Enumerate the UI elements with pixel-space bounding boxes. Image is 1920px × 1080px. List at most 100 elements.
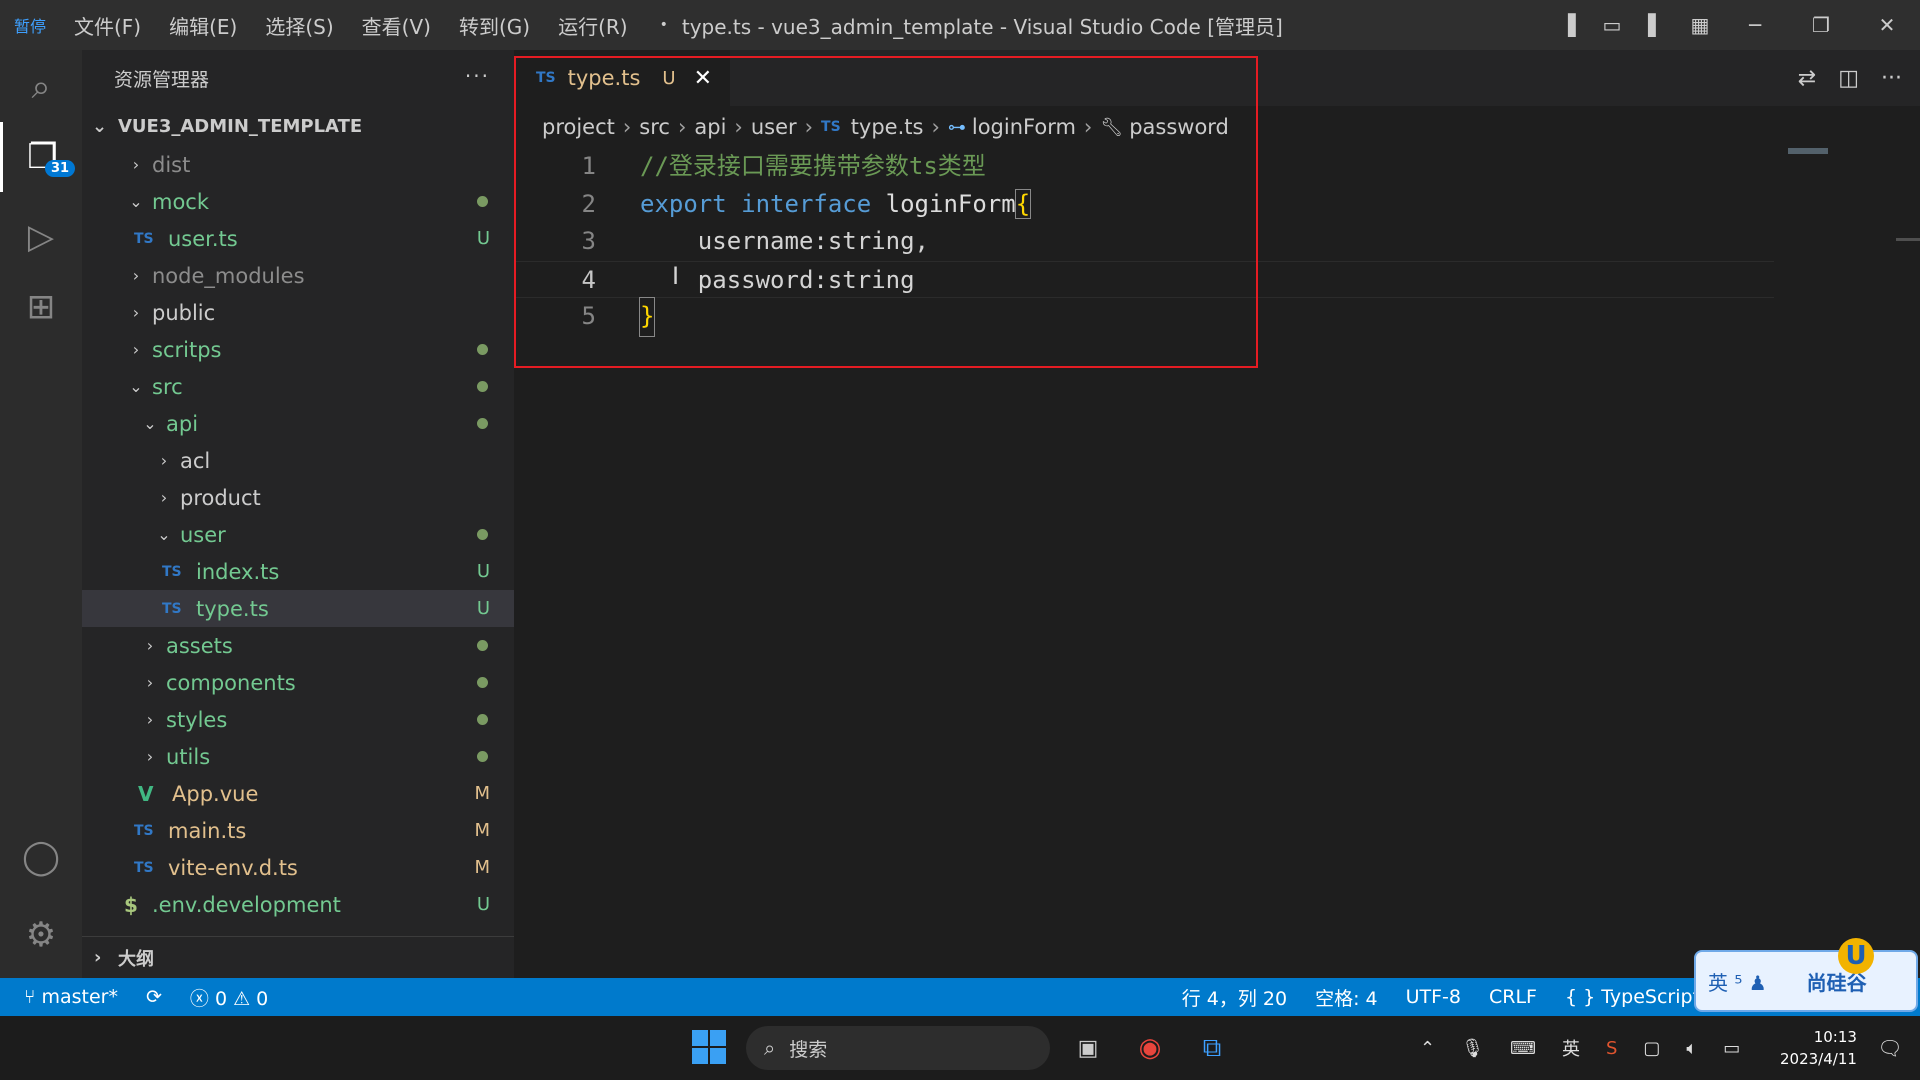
sogou-input-icon[interactable]: S xyxy=(1606,1038,1617,1059)
tree-label: vite-env.d.ts xyxy=(168,855,298,880)
tree-file-app-vue[interactable]: V App.vue M xyxy=(82,775,514,812)
tree-folder-src[interactable]: ⌄ src xyxy=(82,368,514,405)
minimap[interactable] xyxy=(1788,148,1828,154)
breadcrumb-property[interactable]: password xyxy=(1129,115,1229,139)
cursor-position[interactable]: 行 4，列 20 xyxy=(1182,984,1287,1011)
chrome-app-icon[interactable]: ◉ xyxy=(1128,1026,1172,1070)
vscode-app-icon[interactable]: ⧉ xyxy=(1190,1026,1234,1070)
chevron-right-icon: › xyxy=(160,488,168,507)
line-number: 4 xyxy=(581,265,596,294)
indentation[interactable]: 空格: 4 xyxy=(1315,984,1378,1011)
problems[interactable]: ⓧ 0 ⚠ 0 xyxy=(190,984,268,1011)
keyboard-icon[interactable]: ⌨ xyxy=(1510,1038,1536,1059)
tree-folder-acl[interactable]: › acl xyxy=(82,442,514,479)
tree-folder-product[interactable]: › product xyxy=(82,479,514,516)
account-icon[interactable]: ◯ xyxy=(0,822,82,892)
code-line: 3 username:string, xyxy=(514,223,1920,261)
open-changes-icon[interactable]: ⇄ xyxy=(1798,66,1816,91)
close-tab-icon[interactable]: ✕ xyxy=(694,66,712,91)
customize-layout-icon[interactable]: ▦ xyxy=(1678,13,1722,37)
tree-folder-public[interactable]: › public xyxy=(82,294,514,331)
breadcrumb-user[interactable]: user xyxy=(751,115,797,139)
network-icon[interactable]: ▢ xyxy=(1643,1038,1660,1059)
tree-file-vite-env[interactable]: TS vite-env.d.ts M xyxy=(82,849,514,886)
restore-button[interactable]: ❐ xyxy=(1788,13,1854,37)
menu-go[interactable]: 转到(G) xyxy=(445,11,544,40)
menu-run[interactable]: 运行(R) xyxy=(544,11,642,40)
language-mode[interactable]: { } TypeScript xyxy=(1565,986,1700,1008)
clock[interactable]: 10:13 2023/4/11 xyxy=(1780,1026,1857,1070)
modified-dot-icon xyxy=(477,196,488,207)
breadcrumb-project[interactable]: project xyxy=(542,115,615,139)
minimize-button[interactable]: ─ xyxy=(1722,13,1788,37)
tab-type-ts[interactable]: TS type.ts U ✕ xyxy=(514,50,731,106)
volume-icon[interactable]: 🔈︎ xyxy=(1686,1038,1697,1059)
menu-edit[interactable]: 编辑(E) xyxy=(155,11,251,40)
battery-icon[interactable]: ▭ xyxy=(1723,1038,1740,1059)
explorer-more-actions[interactable]: ··· xyxy=(465,64,490,88)
tree-folder-utils[interactable]: › utils xyxy=(82,738,514,775)
system-tray: ⌃ 🎙︎ ⌨ 英 S ▢ 🔈︎ ▭ xyxy=(1420,1016,1740,1080)
split-editor-icon[interactable]: ◫ xyxy=(1838,66,1859,91)
breadcrumb-api[interactable]: api xyxy=(694,115,726,139)
chevron-right-icon: › xyxy=(160,451,168,470)
tree-folder-api[interactable]: ⌄ api xyxy=(82,405,514,442)
tree-file-main-ts[interactable]: TS main.ts M xyxy=(82,812,514,849)
sync-icon[interactable]: ⟳ xyxy=(146,986,162,1008)
tree-folder-mock[interactable]: ⌄ mock xyxy=(82,183,514,220)
more-actions-icon[interactable]: ··· xyxy=(1881,66,1902,91)
outline-section[interactable]: › 大纲 xyxy=(82,936,514,978)
run-debug-icon[interactable]: ▷ xyxy=(0,202,82,272)
tree-label: user.ts xyxy=(168,226,238,251)
tree-label: product xyxy=(180,485,261,510)
extensions-icon[interactable]: ⊞ xyxy=(0,272,82,342)
tree-file-type-ts[interactable]: TS type.ts U xyxy=(82,590,514,627)
menu-file[interactable]: 文件(F) xyxy=(60,11,155,40)
taskbar-search[interactable]: ⌕ 搜索 xyxy=(746,1026,1050,1070)
code-editor[interactable]: 1 //登录接口需要携带参数ts类型 2 export interface lo… xyxy=(514,148,1920,337)
toggle-primary-sidebar-icon[interactable]: ▐ xyxy=(1546,13,1590,37)
tree-label: App.vue xyxy=(172,781,259,806)
menu-view[interactable]: 查看(V) xyxy=(348,11,445,40)
end-of-line[interactable]: CRLF xyxy=(1489,986,1537,1008)
code-line: 2 export interface loginForm{ xyxy=(514,186,1920,224)
keyword-export: export xyxy=(640,189,727,218)
tree-folder-user[interactable]: ⌄ user xyxy=(82,516,514,553)
tree-file-user-ts[interactable]: TS user.ts U xyxy=(82,220,514,257)
tree-folder-components[interactable]: › components xyxy=(82,664,514,701)
terminal-app-icon[interactable]: ▣ xyxy=(1066,1026,1110,1070)
git-status: U xyxy=(476,228,490,249)
tree-file-index-ts[interactable]: TS index.ts U xyxy=(82,553,514,590)
microphone-icon[interactable]: 🎙︎ xyxy=(1461,1038,1484,1059)
tree-folder-scritps[interactable]: › scritps xyxy=(82,331,514,368)
workspace-root[interactable]: ⌄ VUE3_ADMIN_TEMPLATE xyxy=(82,106,514,146)
tree-folder-dist[interactable]: › dist xyxy=(82,146,514,183)
toggle-secondary-sidebar-icon[interactable]: ▌ xyxy=(1634,13,1678,37)
tree-folder-assets[interactable]: › assets xyxy=(82,627,514,664)
menu-more-dot[interactable]: • xyxy=(660,17,668,33)
breadcrumb-interface[interactable]: loginForm xyxy=(972,115,1076,139)
encoding[interactable]: UTF-8 xyxy=(1406,986,1461,1008)
breadcrumb-src[interactable]: src xyxy=(639,115,670,139)
menu-selection[interactable]: 选择(S) xyxy=(251,11,347,40)
notification-icon[interactable]: 🗨︎ xyxy=(1868,1026,1912,1070)
tree-file-env-development[interactable]: $ .env.development U xyxy=(82,886,514,923)
ime-toolbar[interactable]: 英 ⁵ ♟ 尚硅谷 xyxy=(1694,950,1918,1012)
tree-folder-styles[interactable]: › styles xyxy=(82,701,514,738)
search-icon[interactable]: ⌕ xyxy=(0,52,82,122)
close-window-button[interactable]: ✕ xyxy=(1854,13,1920,37)
chevron-up-icon[interactable]: ⌃ xyxy=(1420,1038,1435,1059)
windows-start-icon[interactable] xyxy=(692,1030,726,1064)
tree-label: user xyxy=(180,522,226,547)
git-branch[interactable]: ⑂ master* xyxy=(24,986,118,1008)
code-line-active: 4 password:string xyxy=(514,260,1774,298)
settings-gear-icon[interactable]: ⚙ xyxy=(0,900,82,970)
scrollbar-marker[interactable] xyxy=(1896,238,1920,241)
close-brace: } xyxy=(638,297,656,337)
breadcrumb-file[interactable]: type.ts xyxy=(851,115,924,139)
toggle-panel-icon[interactable]: ▭ xyxy=(1590,13,1634,37)
explorer-icon[interactable]: ❐ 31 xyxy=(0,122,82,192)
tree-folder-node-modules[interactable]: › node_modules xyxy=(82,257,514,294)
ime-language[interactable]: 英 xyxy=(1562,1035,1580,1061)
windows-taskbar: ⌕ 搜索 ▣ ◉ ⧉ ⌃ 🎙︎ ⌨ 英 S ▢ 🔈︎ ▭ 10:13 2023/… xyxy=(0,1016,1920,1080)
